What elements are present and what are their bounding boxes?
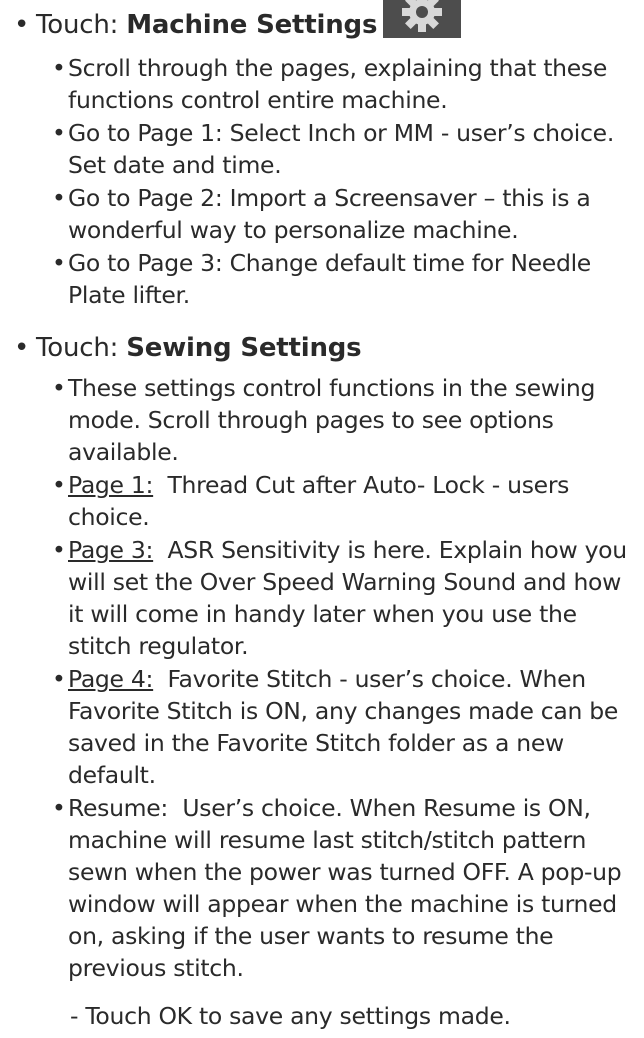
list-item: • Page 3: ASR Sensitivity is here. Explai… <box>52 536 635 660</box>
list-item: • Page 4: Favorite Stitch - user’s choice… <box>52 665 626 789</box>
list-item: • Go to Page 3: Change default time for N… <box>52 249 591 309</box>
sewing-settings-list: • These settings control functions in the… <box>52 372 640 985</box>
heading-prefix: Touch: <box>36 333 127 363</box>
list-item: • Go to Page 1: Select Inch or MM - user’… <box>52 119 614 179</box>
machine-settings-heading: • Touch: Machine Settings <box>14 0 462 42</box>
list-item: • Page 1: Thread Cut after Auto- Lock - u… <box>52 471 577 531</box>
machine-settings-list: • Scroll through the pages, explaining th… <box>52 52 640 312</box>
page-label: Page 4: <box>68 665 154 693</box>
bullet: • <box>14 333 30 363</box>
bullet: • <box>14 10 30 40</box>
heading-prefix: Touch: <box>36 10 127 40</box>
gear-icon-graphic <box>402 0 443 32</box>
document-page: • Touch: Machine Settings • Scroll through… <box>0 0 644 1038</box>
heading-title: Sewing Settings <box>126 333 362 363</box>
gear-icon <box>383 0 462 38</box>
list-item: • These settings control functions in the… <box>52 374 596 466</box>
page-label: Page 1: <box>68 471 154 499</box>
sewing-settings-heading: • Touch: Sewing Settings <box>14 331 362 365</box>
heading-title: Machine Settings <box>126 10 378 40</box>
save-settings-note: - Touch OK to save any settings made. <box>70 1002 511 1030</box>
list-item: • Resume: User’s choice. When Resume is O… <box>52 794 629 982</box>
list-item: • Scroll through the pages, explaining th… <box>52 54 607 114</box>
list-item: • Go to Page 2: Import a Screensaver – th… <box>52 184 591 244</box>
page-label: Page 3: <box>68 536 154 564</box>
